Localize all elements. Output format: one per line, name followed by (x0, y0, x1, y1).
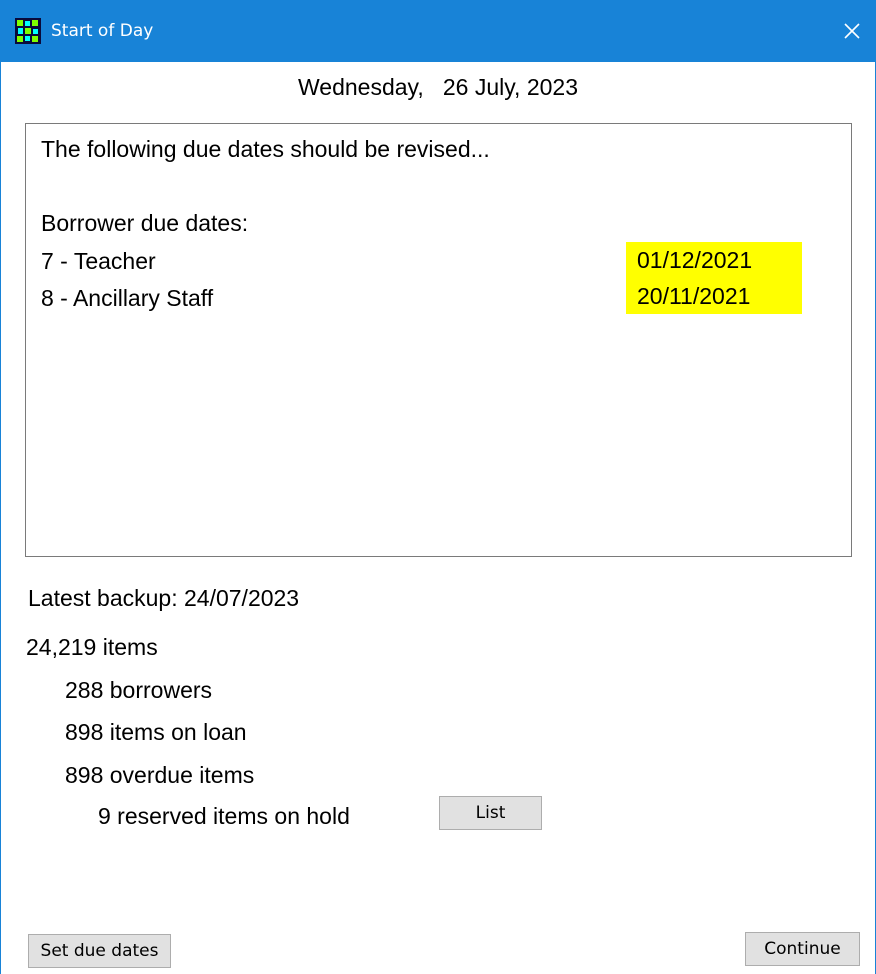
window-title: Start of Day (51, 21, 154, 41)
due-date-highlight: 20/11/2021 (626, 278, 802, 314)
app-icon (15, 18, 41, 44)
borrower-name: 8 - Ancillary Staff (41, 285, 214, 311)
items-count: 24,219 items (26, 634, 158, 660)
title-bar: Start of Day (1, 0, 875, 62)
borrowers-count: 288 borrowers (65, 677, 213, 703)
current-date: Wednesday, 26 July, 2023 (297, 74, 578, 100)
due-date-highlight: 01/12/2021 (626, 242, 802, 278)
close-icon (844, 23, 860, 39)
continue-button[interactable]: Continue (745, 932, 860, 966)
borrower-due-dates-label: Borrower due dates: (41, 210, 249, 236)
reserved-items-count: 9 reserved items on hold (98, 803, 350, 829)
latest-backup: Latest backup: 24/07/2023 (28, 585, 300, 611)
start-of-day-window: Start of Day Wednesday, 26 July, 2023 Th… (0, 0, 876, 974)
borrower-name: 7 - Teacher (41, 248, 156, 274)
list-button[interactable]: List (439, 796, 542, 830)
revision-message-box[interactable]: The following due dates should be revise… (25, 123, 852, 557)
close-button[interactable] (829, 0, 875, 62)
message-intro: The following due dates should be revise… (41, 136, 490, 162)
items-on-loan-count: 898 items on loan (65, 719, 247, 745)
overdue-items-count: 898 overdue items (65, 762, 255, 788)
set-due-dates-button[interactable]: Set due dates (28, 934, 171, 968)
